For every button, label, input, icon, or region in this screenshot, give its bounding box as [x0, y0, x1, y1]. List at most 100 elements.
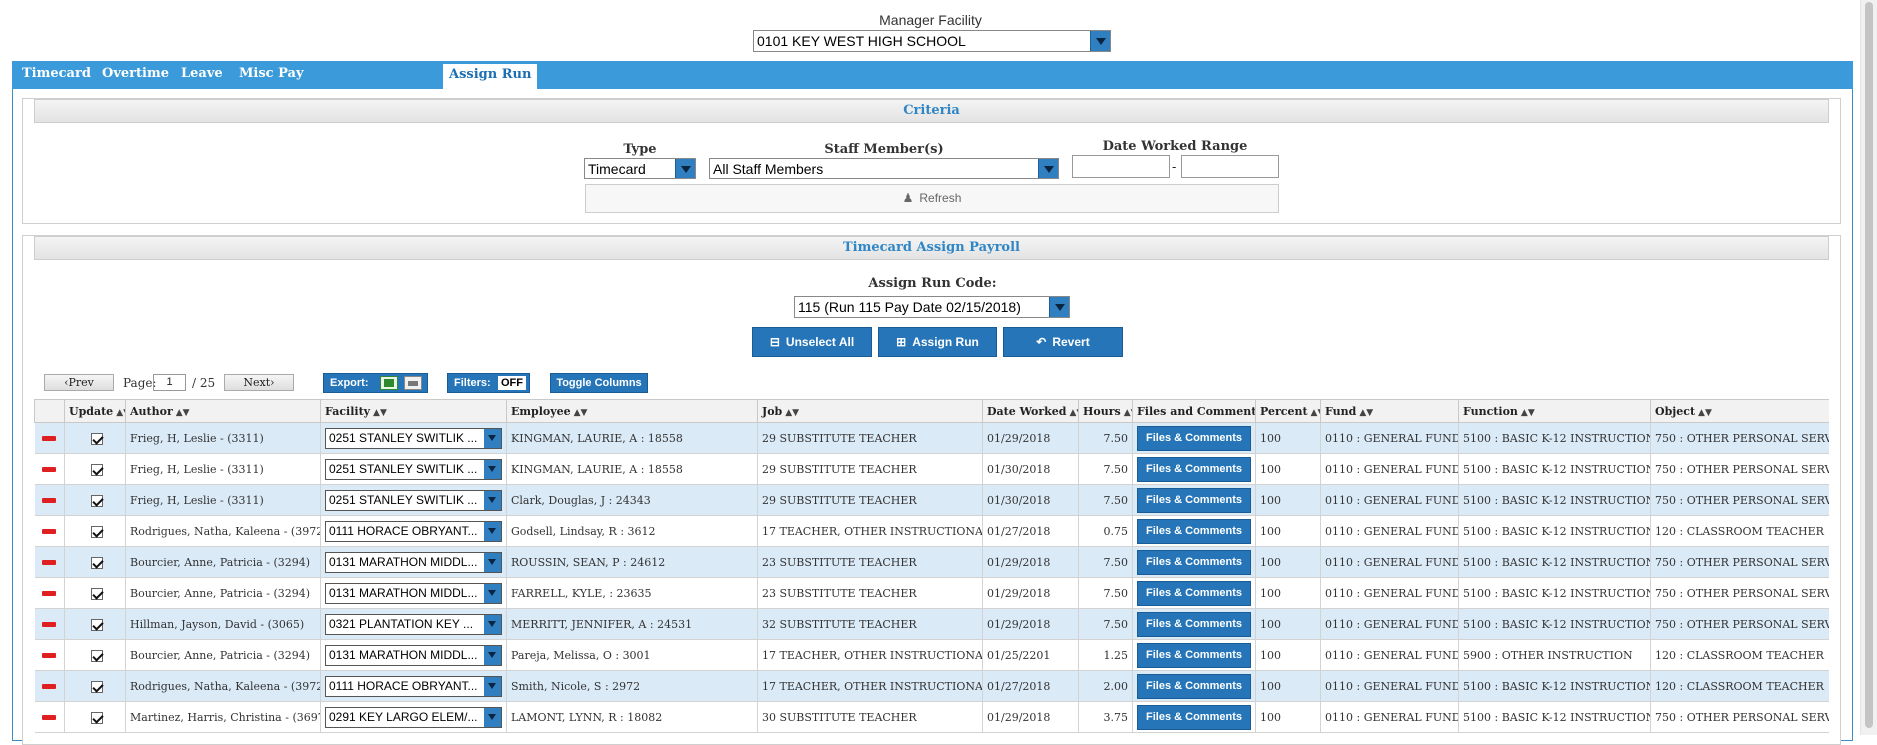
files-comments-button[interactable]: Files & Comments: [1137, 549, 1251, 575]
facility-select[interactable]: 0111 HORACE OBRYANT...: [325, 675, 502, 697]
update-cell[interactable]: [64, 639, 126, 671]
next-page-button[interactable]: Next›: [224, 374, 294, 391]
update-cell[interactable]: [64, 608, 126, 640]
date-to-input[interactable]: [1181, 155, 1279, 178]
facility-select[interactable]: 0251 STANLEY SWITLIK ...: [325, 458, 502, 480]
update-checkbox[interactable]: [91, 556, 103, 569]
delete-icon[interactable]: [41, 436, 56, 441]
column-header-author[interactable]: Author ▲▼: [125, 399, 321, 423]
chevron-down-icon[interactable]: [675, 159, 695, 178]
print-icon[interactable]: [404, 376, 422, 390]
update-checkbox[interactable]: [91, 587, 103, 600]
delete-row-cell[interactable]: [34, 670, 65, 702]
delete-row-cell[interactable]: [34, 608, 65, 640]
update-checkbox[interactable]: [91, 649, 103, 662]
column-header-job[interactable]: Job ▲▼: [757, 399, 983, 423]
facility-cell[interactable]: 0111 HORACE OBRYANT...: [320, 515, 507, 547]
update-checkbox[interactable]: [91, 494, 103, 507]
column-header-employee[interactable]: Employee ▲▼: [506, 399, 758, 423]
unselect-all-button[interactable]: ⊟ Unselect All: [752, 327, 872, 357]
facility-select[interactable]: 0131 MARATHON MIDDL...: [325, 551, 502, 573]
files-comments-button[interactable]: Files & Comments: [1137, 704, 1251, 730]
chevron-down-icon[interactable]: [484, 676, 501, 696]
delete-icon[interactable]: [41, 684, 56, 689]
delete-icon[interactable]: [41, 560, 56, 565]
facility-cell[interactable]: 0131 MARATHON MIDDL...: [320, 577, 507, 609]
update-checkbox[interactable]: [91, 463, 103, 476]
delete-row-cell[interactable]: [34, 546, 65, 578]
files-comments-button[interactable]: Files & Comments: [1137, 611, 1251, 637]
delete-row-cell[interactable]: [34, 701, 65, 733]
facility-cell[interactable]: 0251 STANLEY SWITLIK ...: [320, 453, 507, 485]
facility-select[interactable]: 0251 STANLEY SWITLIK ...: [325, 427, 502, 449]
update-cell[interactable]: [64, 546, 126, 578]
files-comments-button[interactable]: Files & Comments: [1137, 518, 1251, 544]
update-checkbox[interactable]: [91, 432, 103, 445]
staff-members-select[interactable]: All Staff Members: [709, 158, 1059, 179]
files-comments-button[interactable]: Files & Comments: [1137, 487, 1251, 513]
update-cell[interactable]: [64, 422, 126, 454]
column-header-function[interactable]: Function ▲▼: [1458, 399, 1651, 423]
delete-icon[interactable]: [41, 715, 56, 720]
files-comments-button[interactable]: Files & Comments: [1137, 425, 1251, 451]
update-cell[interactable]: [64, 577, 126, 609]
delete-row-cell[interactable]: [34, 515, 65, 547]
delete-row-cell[interactable]: [34, 639, 65, 671]
column-header-hours[interactable]: Hours▲▼: [1078, 399, 1133, 423]
facility-cell[interactable]: 0251 STANLEY SWITLIK ...: [320, 422, 507, 454]
facility-select[interactable]: 0291 KEY LARGO ELEM/...: [325, 706, 502, 728]
facility-cell[interactable]: 0131 MARATHON MIDDL...: [320, 546, 507, 578]
excel-export-icon[interactable]: [380, 376, 398, 390]
facility-select[interactable]: 0131 MARATHON MIDDL...: [325, 644, 502, 666]
update-cell[interactable]: [64, 701, 126, 733]
chevron-down-icon[interactable]: [1049, 297, 1069, 317]
facility-cell[interactable]: 0131 MARATHON MIDDL...: [320, 639, 507, 671]
facility-cell[interactable]: 0321 PLANTATION KEY ...: [320, 608, 507, 640]
revert-button[interactable]: ↶ Revert: [1003, 327, 1123, 357]
delete-row-cell[interactable]: [34, 484, 65, 516]
delete-icon[interactable]: [41, 653, 56, 658]
column-header-object[interactable]: Object ▲▼: [1650, 399, 1829, 423]
tab-misc-pay[interactable]: Misc Pay: [239, 66, 304, 81]
facility-select[interactable]: 0321 PLANTATION KEY ...: [325, 613, 502, 635]
chevron-down-icon[interactable]: [1090, 31, 1110, 51]
chevron-down-icon[interactable]: [484, 459, 501, 479]
vertical-scrollbar[interactable]: [1860, 0, 1877, 735]
update-checkbox[interactable]: [91, 711, 103, 724]
files-comments-button[interactable]: Files & Comments: [1137, 580, 1251, 606]
chevron-down-icon[interactable]: [484, 583, 501, 603]
tab-overtime[interactable]: Overtime: [102, 66, 169, 81]
manager-facility-select[interactable]: 0101 KEY WEST HIGH SCHOOL: [753, 30, 1111, 52]
filters-toggle[interactable]: Filters: OFF: [447, 373, 530, 393]
delete-row-cell[interactable]: [34, 422, 65, 454]
prev-page-button[interactable]: ‹Prev: [44, 374, 114, 391]
toggle-columns-button[interactable]: Toggle Columns: [550, 373, 648, 393]
column-header-facility[interactable]: Facility ▲▼: [320, 399, 507, 423]
update-checkbox[interactable]: [91, 680, 103, 693]
update-cell[interactable]: [64, 453, 126, 485]
delete-icon[interactable]: [41, 498, 56, 503]
facility-select[interactable]: 0251 STANLEY SWITLIK ...: [325, 489, 502, 511]
chevron-down-icon[interactable]: [484, 707, 501, 727]
chevron-down-icon[interactable]: [484, 490, 501, 510]
column-header-date-worked[interactable]: Date Worked▲▼: [982, 399, 1079, 423]
files-comments-button[interactable]: Files & Comments: [1137, 456, 1251, 482]
files-comments-button[interactable]: Files & Comments: [1137, 642, 1251, 668]
tab-timecard[interactable]: Timecard: [22, 66, 91, 81]
delete-row-cell[interactable]: [34, 453, 65, 485]
facility-cell[interactable]: 0251 STANLEY SWITLIK ...: [320, 484, 507, 516]
column-header-update[interactable]: Update▲▼: [64, 399, 126, 423]
page-number-input[interactable]: 1: [153, 374, 186, 391]
delete-icon[interactable]: [41, 591, 56, 596]
column-header-percent[interactable]: Percent▲▼: [1255, 399, 1321, 423]
chevron-down-icon[interactable]: [484, 521, 501, 541]
update-cell[interactable]: [64, 670, 126, 702]
tab-leave[interactable]: Leave: [181, 66, 223, 81]
facility-cell[interactable]: 0111 HORACE OBRYANT...: [320, 670, 507, 702]
facility-select[interactable]: 0131 MARATHON MIDDL...: [325, 582, 502, 604]
assign-run-button[interactable]: ⊞ Assign Run: [878, 327, 997, 357]
scrollbar-thumb[interactable]: [1865, 2, 1873, 728]
delete-icon[interactable]: [41, 622, 56, 627]
chevron-down-icon[interactable]: [484, 614, 501, 634]
facility-cell[interactable]: 0291 KEY LARGO ELEM/...: [320, 701, 507, 733]
